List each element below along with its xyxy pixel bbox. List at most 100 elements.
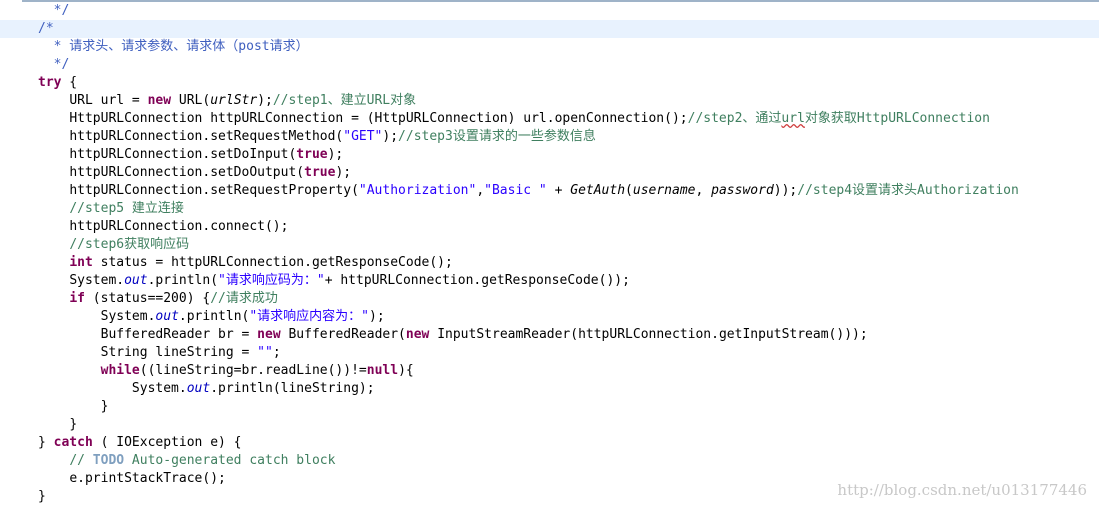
code-token: username bbox=[632, 183, 696, 198]
code-line[interactable]: System.out.println("请求响应码为："+ httpURLCon… bbox=[0, 272, 1099, 290]
code-line[interactable]: int status = httpURLConnection.getRespon… bbox=[0, 254, 1099, 272]
code-token: System. bbox=[100, 309, 156, 324]
code-token: , bbox=[695, 183, 712, 198]
code-token: BufferedReader br = bbox=[100, 327, 258, 342]
code-token: } bbox=[38, 489, 46, 504]
code-token: , bbox=[476, 183, 485, 198]
code-line[interactable]: BufferedReader br = new BufferedReader(n… bbox=[0, 326, 1099, 344]
code-token: httpURLConnection.connect(); bbox=[69, 219, 289, 234]
code-token: System. bbox=[69, 273, 125, 288]
code-token: ); bbox=[327, 147, 344, 162]
code-line[interactable]: * 请求头、请求参数、请求体（post请求） bbox=[0, 38, 1099, 56]
code-token: true bbox=[296, 147, 328, 162]
code-line[interactable]: } bbox=[0, 416, 1099, 434]
code-line[interactable]: System.out.println("请求响应内容为："); bbox=[0, 308, 1099, 326]
code-token: ); bbox=[369, 309, 385, 324]
code-token: // bbox=[69, 453, 93, 468]
code-token: ; bbox=[272, 345, 281, 360]
code-token: "Basic " bbox=[484, 183, 547, 198]
code-token: } bbox=[69, 417, 78, 432]
code-line[interactable]: httpURLConnection.setDoOutput(true); bbox=[0, 164, 1099, 182]
code-token: ); bbox=[257, 93, 273, 108]
code-line[interactable]: System.out.println(lineString); bbox=[0, 380, 1099, 398]
code-token: * 请求头、请求参数、请求体（post请求） bbox=[53, 39, 309, 54]
code-token: //step6获取响应码 bbox=[69, 237, 190, 252]
code-token: //step5 建立连接 bbox=[69, 201, 184, 216]
code-token: while bbox=[100, 363, 140, 378]
code-token: null bbox=[366, 363, 399, 378]
code-token: (status==200) { bbox=[84, 291, 211, 306]
code-line[interactable]: URL url = new URL(urlStr);//step1、建立URL对… bbox=[0, 92, 1099, 110]
code-token: true bbox=[304, 165, 336, 180]
code-token: ); bbox=[382, 129, 399, 144]
code-token: status = httpURLConnection.getResponseCo… bbox=[92, 255, 453, 270]
code-token: TODO bbox=[92, 453, 125, 468]
code-line[interactable]: //step6获取响应码 bbox=[0, 236, 1099, 254]
code-token: { bbox=[61, 75, 78, 90]
code-token: httpURLConnection.setDoInput( bbox=[69, 147, 297, 162]
code-token: System. bbox=[131, 381, 187, 396]
code-token: */ bbox=[53, 57, 70, 72]
code-line[interactable]: try { bbox=[0, 74, 1099, 92]
code-token: String lineString = bbox=[100, 345, 258, 360]
code-token: "Authorization" bbox=[358, 183, 477, 198]
code-token: if bbox=[69, 291, 85, 306]
code-token: ){ bbox=[398, 363, 414, 378]
watermark: http://blog.csdn.net/u013177446 bbox=[837, 481, 1087, 499]
code-line[interactable]: String lineString = ""; bbox=[0, 344, 1099, 362]
code-token: 对象获取HttpURLConnection bbox=[804, 111, 990, 126]
code-line[interactable]: HttpURLConnection httpURLConnection = (H… bbox=[0, 110, 1099, 128]
code-token: URL( bbox=[171, 93, 211, 108]
code-token: new bbox=[405, 327, 430, 342]
code-line[interactable]: if (status==200) {//请求成功 bbox=[0, 290, 1099, 308]
code-token: } bbox=[100, 399, 109, 414]
code-token: GetAuth bbox=[570, 183, 626, 198]
code-line[interactable]: */ bbox=[0, 56, 1099, 74]
code-token: + httpURLConnection.getResponseCode()); bbox=[324, 273, 630, 288]
code-token: ((lineString=br.readLine())!= bbox=[139, 363, 367, 378]
code-token: /* bbox=[38, 21, 54, 36]
code-token: "GET" bbox=[343, 129, 383, 144]
code-line[interactable]: // TODO Auto-generated catch block bbox=[0, 452, 1099, 470]
code-token: .println( bbox=[178, 309, 250, 324]
code-line[interactable]: httpURLConnection.connect(); bbox=[0, 218, 1099, 236]
code-line[interactable]: while((lineString=br.readLine())!=null){ bbox=[0, 362, 1099, 380]
code-token: out bbox=[186, 381, 211, 396]
code-token: )); bbox=[773, 183, 798, 198]
code-token: ( bbox=[625, 183, 633, 198]
code-line[interactable]: /* bbox=[0, 20, 1099, 38]
code-token: password bbox=[711, 183, 774, 198]
code-line[interactable]: } catch ( IOException e) { bbox=[0, 434, 1099, 452]
code-line[interactable]: //step5 建立连接 bbox=[0, 200, 1099, 218]
code-line[interactable]: httpURLConnection.setRequestProperty("Au… bbox=[0, 182, 1099, 200]
code-line[interactable]: */ bbox=[0, 2, 1099, 20]
code-line[interactable]: } bbox=[0, 398, 1099, 416]
code-token: //step4设置请求头Authorization bbox=[797, 183, 1019, 198]
code-token: url bbox=[781, 111, 805, 126]
code-token: out bbox=[155, 309, 179, 324]
code-line[interactable]: httpURLConnection.setRequestMethod("GET"… bbox=[0, 128, 1099, 146]
code-token: ( IOException e) { bbox=[92, 435, 242, 450]
code-editor[interactable]: */ /* * 请求头、请求参数、请求体（post请求） */ try { URL … bbox=[0, 0, 1099, 510]
code-token: HttpURLConnection httpURLConnection = (H… bbox=[69, 111, 688, 126]
code-token: "请求响应内容为：" bbox=[249, 309, 370, 324]
code-token: "请求响应码为：" bbox=[218, 273, 325, 288]
code-token: e.printStackTrace(); bbox=[69, 471, 226, 486]
code-line[interactable]: httpURLConnection.setDoInput(true); bbox=[0, 146, 1099, 164]
code-token: //step1、建立URL对象 bbox=[272, 93, 417, 108]
code-token: + bbox=[546, 183, 571, 198]
